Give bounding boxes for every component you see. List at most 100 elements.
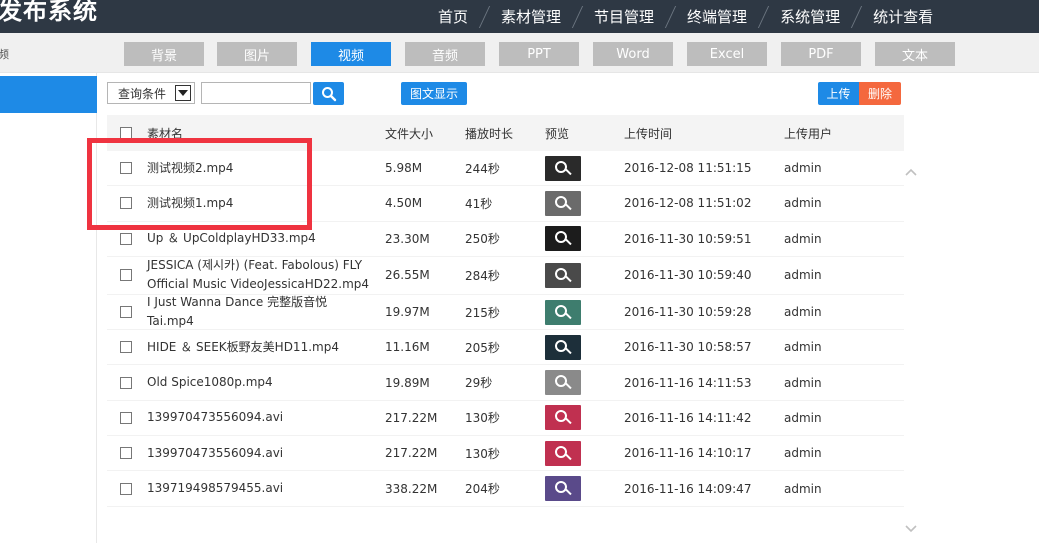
tab-image[interactable]: 图片 <box>217 42 297 66</box>
file-size: 23.30M <box>385 231 430 246</box>
magnifier-icon <box>555 410 567 423</box>
upload-time: 2016-12-08 11:51:02 <box>624 196 752 211</box>
material-name: 139970473556094.avi <box>147 410 284 425</box>
upload-user: admin <box>784 231 822 246</box>
search-input[interactable] <box>201 82 311 104</box>
magnifier-icon <box>555 231 567 244</box>
magnifier-icon <box>555 195 567 208</box>
play-duration: 215秒 <box>465 305 500 320</box>
upload-button[interactable]: 上传 <box>818 82 859 105</box>
video-thumbnail[interactable] <box>545 405 581 431</box>
view-toggle-button[interactable]: 图文显示 <box>401 82 467 105</box>
magnifier-icon <box>555 481 567 494</box>
upload-time: 2016-11-16 14:11:42 <box>624 410 752 425</box>
video-thumbnail[interactable] <box>545 370 581 396</box>
upload-user: admin <box>784 410 822 425</box>
video-thumbnail[interactable] <box>545 262 581 288</box>
tab-word[interactable]: Word <box>593 42 673 66</box>
nav-home[interactable]: 首页 <box>426 0 480 33</box>
table-row[interactable]: HIDE ＆ SEEK板野友美HD11.mp4 11.16M 205秒 2016-11… <box>107 330 904 366</box>
row-checkbox[interactable] <box>120 341 132 354</box>
material-name: 139719498579455.avi <box>147 481 284 496</box>
video-thumbnail[interactable] <box>545 299 581 325</box>
table-row[interactable]: 139970473556094.avi 217.22M 130秒 2016-11-16… <box>107 401 904 437</box>
video-thumbnail[interactable] <box>545 155 581 181</box>
tab-video[interactable]: 视频 <box>311 42 391 66</box>
material-name: Old Spice1080p.mp4 <box>147 375 273 390</box>
material-type-tabs: 频 背景 图片 视频 音频 PPT Word Excel PDF 文本 <box>0 33 1039 73</box>
row-checkbox[interactable] <box>120 447 132 460</box>
upload-user: admin <box>784 305 822 320</box>
play-duration: 284秒 <box>465 268 500 283</box>
video-thumbnail[interactable] <box>545 440 581 466</box>
upload-user: admin <box>784 446 822 461</box>
upload-user: admin <box>784 375 822 390</box>
chevron-up-icon[interactable] <box>904 165 918 179</box>
table-row[interactable]: 139719498579455.avi 338.22M 204秒 2016-11-16… <box>107 471 904 507</box>
column-header-duration[interactable]: 播放时长 <box>465 115 513 151</box>
file-size: 4.50M <box>385 196 423 211</box>
row-checkbox[interactable] <box>120 411 132 424</box>
play-duration: 244秒 <box>465 161 500 176</box>
material-name: I Just Wanna Dance 完整版音悦Tai.mp4 <box>147 295 328 329</box>
search-button[interactable] <box>313 82 344 105</box>
play-duration: 205秒 <box>465 340 500 355</box>
row-checkbox[interactable] <box>120 269 132 282</box>
video-thumbnail[interactable] <box>545 476 581 502</box>
upload-user: admin <box>784 161 822 176</box>
app-title: 发布系统 <box>0 0 98 25</box>
material-name: 139970473556094.avi <box>147 445 284 460</box>
table-row[interactable]: 139970473556094.avi 217.22M 130秒 2016-11-16… <box>107 436 904 472</box>
tab-background[interactable]: 背景 <box>124 42 204 66</box>
main-nav: 首页 素材管理 节目管理 终端管理 系统管理 统计查看 <box>426 0 945 33</box>
upload-time: 2016-11-30 10:59:28 <box>624 305 752 320</box>
play-duration: 250秒 <box>465 232 500 247</box>
column-header-size[interactable]: 文件大小 <box>385 115 433 151</box>
play-duration: 41秒 <box>465 196 493 211</box>
tab-excel[interactable]: Excel <box>687 42 767 66</box>
column-header-upload-user[interactable]: 上传用户 <box>784 115 832 151</box>
file-size: 5.98M <box>385 161 423 176</box>
nav-programs[interactable]: 节目管理 <box>582 0 666 33</box>
upload-user: admin <box>784 481 822 496</box>
tab-ppt[interactable]: PPT <box>499 42 579 66</box>
table-row[interactable]: JESSICA (제시카) (Feat. Fabolous) FLY Offic… <box>107 257 904 295</box>
upload-user: admin <box>784 268 822 283</box>
row-checkbox[interactable] <box>120 306 132 319</box>
tab-audio[interactable]: 音频 <box>405 42 485 66</box>
nav-materials[interactable]: 素材管理 <box>489 0 573 33</box>
query-condition-select[interactable]: 查询条件 <box>107 82 195 104</box>
table-row[interactable]: I Just Wanna Dance 完整版音悦Tai.mp4 19.97M 215… <box>107 295 904 331</box>
tab-pdf[interactable]: PDF <box>781 42 861 66</box>
row-checkbox[interactable] <box>120 232 132 245</box>
chevron-down-icon[interactable] <box>904 522 918 536</box>
file-size: 26.55M <box>385 268 430 283</box>
file-size: 217.22M <box>385 410 438 425</box>
play-duration: 29秒 <box>465 376 493 391</box>
upload-time: 2016-12-08 11:51:15 <box>624 161 752 176</box>
sidebar-item-active[interactable] <box>0 76 97 113</box>
nav-statistics[interactable]: 统计查看 <box>861 0 945 33</box>
delete-button[interactable]: 删除 <box>859 82 901 105</box>
row-checkbox[interactable] <box>120 376 132 389</box>
video-thumbnail[interactable] <box>545 190 581 216</box>
row-checkbox[interactable] <box>120 482 132 495</box>
video-thumbnail[interactable] <box>545 334 581 360</box>
play-duration: 204秒 <box>465 482 500 497</box>
nav-system[interactable]: 系统管理 <box>768 0 852 33</box>
chevron-down-icon[interactable] <box>175 85 191 101</box>
query-select-value: 查询条件 <box>118 86 167 101</box>
table-row[interactable]: Old Spice1080p.mp4 19.89M 29秒 2016-11-16 14… <box>107 365 904 401</box>
magnifier-icon <box>555 375 567 388</box>
search-icon <box>321 86 336 101</box>
upload-time: 2016-11-30 10:58:57 <box>624 340 752 355</box>
material-name: HIDE ＆ SEEK板野友美HD11.mp4 <box>147 339 339 354</box>
tab-text[interactable]: 文本 <box>875 42 955 66</box>
file-size: 19.97M <box>385 305 430 320</box>
file-size: 338.22M <box>385 481 438 496</box>
nav-terminals[interactable]: 终端管理 <box>675 0 759 33</box>
file-size: 11.16M <box>385 340 430 355</box>
column-header-upload-time[interactable]: 上传时间 <box>624 115 672 151</box>
play-duration: 130秒 <box>465 411 500 426</box>
video-thumbnail[interactable] <box>545 226 581 252</box>
